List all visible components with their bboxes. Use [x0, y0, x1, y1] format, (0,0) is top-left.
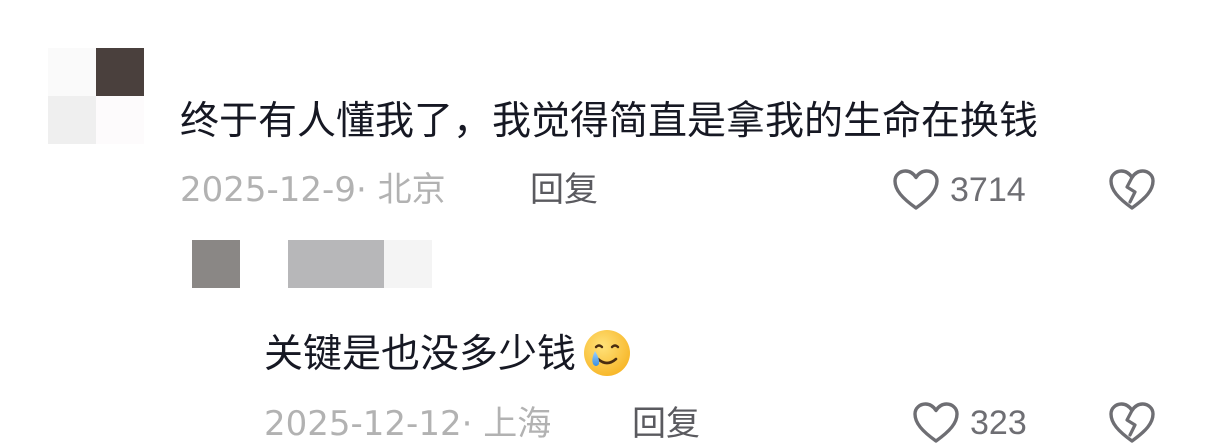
broken-heart-icon: [1108, 168, 1156, 212]
username-mosaic[interactable]: [288, 240, 432, 288]
dislike-button[interactable]: [1108, 401, 1156, 445]
avatar[interactable]: [48, 48, 144, 144]
heart-outline-icon: [892, 168, 940, 212]
comment-text: 终于有人懂我了，我觉得简直是拿我的生命在换钱: [180, 99, 1039, 144]
reply-button[interactable]: 回复: [632, 407, 700, 441]
dislike-button[interactable]: [1108, 168, 1156, 212]
reply-button[interactable]: 回复: [530, 173, 598, 207]
like-count: 323: [970, 404, 1027, 442]
like-count: 3714: [950, 171, 1026, 209]
reply-date-location: 2025-12-12· 上海: [264, 404, 552, 444]
like-button[interactable]: 3714: [892, 168, 1026, 212]
crying-smile-emoji: [582, 328, 632, 385]
reply-text-row: 关键是也没多少钱: [264, 328, 632, 385]
comment-date-location: 2025-12-9· 北京: [180, 170, 446, 210]
like-button[interactable]: 323: [912, 401, 1027, 445]
heart-outline-icon: [912, 401, 960, 445]
broken-heart-icon: [1108, 401, 1156, 445]
avatar[interactable]: [192, 240, 240, 288]
reply-text: 关键是也没多少钱: [264, 332, 577, 377]
